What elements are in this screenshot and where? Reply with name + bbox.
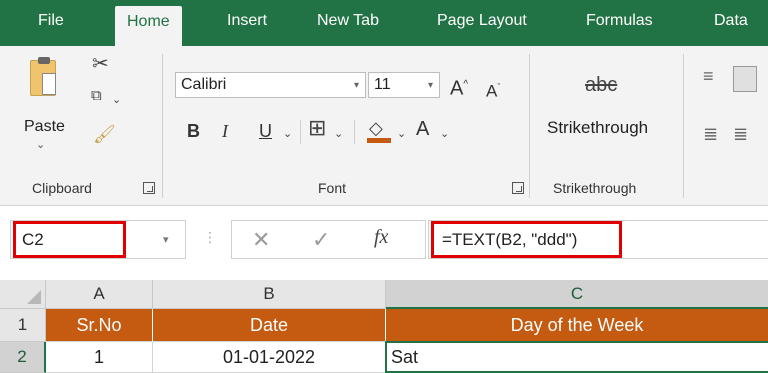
bold-button[interactable]: B xyxy=(187,120,200,142)
chevron-down-icon[interactable]: ⌄ xyxy=(334,126,343,142)
font-name-value: Calibri xyxy=(181,76,227,93)
cell-a1[interactable]: Sr.No xyxy=(46,309,153,342)
strikethrough-label: Strikethrough xyxy=(547,118,649,137)
formula-bar: C2 ▾ ⋮ ✕ ✓ fx =TEXT(B2, "ddd") xyxy=(0,207,768,272)
chevron-down-icon: ▾ xyxy=(353,80,359,91)
group-divider xyxy=(683,54,684,198)
chevron-down-icon[interactable]: ⌄ xyxy=(440,126,449,142)
chevron-down-icon[interactable]: ⌄ xyxy=(283,126,292,142)
select-all-button[interactable] xyxy=(0,280,46,309)
strikethrough-button[interactable]: abc Strikethrough xyxy=(541,68,673,148)
align-top-icon[interactable]: ≡ xyxy=(703,67,714,85)
chevron-down-icon: ⌄ xyxy=(36,139,46,151)
chevron-down-icon[interactable]: ▾ xyxy=(163,233,169,246)
column-header-a[interactable]: A xyxy=(46,280,153,309)
paste-label: Paste xyxy=(24,118,65,135)
align-center-icon[interactable]: ≣ xyxy=(733,125,748,143)
group-label-clipboard: Clipboard xyxy=(32,180,92,196)
shrink-font-button[interactable]: Aˇ xyxy=(486,76,500,103)
align-left-icon[interactable]: ≣ xyxy=(703,125,718,143)
font-color-icon: A xyxy=(416,118,430,140)
group-label-strikethrough: Strikethrough xyxy=(553,180,637,196)
tab-page-layout[interactable]: Page Layout xyxy=(437,0,527,46)
cancel-icon[interactable]: ✕ xyxy=(252,227,270,253)
group-label-font: Font xyxy=(318,180,347,196)
group-divider xyxy=(162,54,163,198)
align-middle-icon[interactable] xyxy=(733,66,757,92)
cell-c1[interactable]: Day of the Week xyxy=(386,309,768,342)
tab-home[interactable]: Home xyxy=(115,6,182,46)
toolbar-divider xyxy=(354,120,355,144)
clipboard-launcher-icon[interactable] xyxy=(143,182,155,194)
formula-input[interactable]: =TEXT(B2, "ddd") xyxy=(431,221,622,258)
cell-b2[interactable]: 01-01-2022 xyxy=(153,342,386,373)
italic-button[interactable]: I xyxy=(222,120,228,142)
row-header-2[interactable]: 2 xyxy=(0,342,46,373)
column-header-c[interactable]: C xyxy=(386,280,768,309)
format-painter-icon[interactable]: 🖌 xyxy=(93,125,116,143)
ribbon: Paste ⌄ ✂ ⧉ ⌄ 🖌 Clipboard Calibri ▾ 11 ▾… xyxy=(0,46,768,206)
insert-function-icon[interactable]: fx xyxy=(374,226,388,249)
cell-b1[interactable]: Date xyxy=(153,309,386,342)
chevron-down-icon: ▾ xyxy=(427,80,433,91)
row-header-1[interactable]: 1 xyxy=(0,309,46,342)
underline-button[interactable]: U xyxy=(259,120,272,142)
fill-color-swatch xyxy=(367,138,391,143)
shrink-font-icon: A xyxy=(486,81,498,101)
grow-font-button[interactable]: A^ xyxy=(450,74,468,100)
copy-icon[interactable]: ⧉ xyxy=(91,88,102,104)
chevron-down-icon[interactable]: ⌄ xyxy=(397,126,406,142)
group-divider xyxy=(529,54,530,198)
borders-icon[interactable]: ⊞ xyxy=(308,117,326,139)
column-header-b[interactable]: B xyxy=(153,280,386,309)
fill-bucket-icon: ◇ xyxy=(369,118,383,138)
paste-button[interactable]: Paste ⌄ xyxy=(18,52,68,152)
paste-icon xyxy=(30,57,56,96)
spreadsheet-grid: A B C 1 2 Sr.No Date Day of the Week 1 0… xyxy=(0,280,768,373)
tab-data[interactable]: Data xyxy=(714,0,748,46)
toolbar-divider xyxy=(300,120,301,144)
chevron-down-icon[interactable]: ⌄ xyxy=(112,92,121,108)
fill-color-button[interactable]: ◇ xyxy=(367,118,393,146)
grow-font-icon: A xyxy=(450,77,464,100)
cell-a2[interactable]: 1 xyxy=(46,342,153,373)
font-launcher-icon[interactable] xyxy=(512,182,524,194)
tab-file[interactable]: File xyxy=(38,0,64,46)
name-box[interactable]: C2 xyxy=(13,221,126,258)
cut-icon[interactable]: ✂ xyxy=(92,54,109,74)
font-size-select[interactable]: 11 ▾ xyxy=(368,72,440,98)
font-name-select[interactable]: Calibri ▾ xyxy=(175,72,366,98)
ribbon-tab-bar: File Home Insert New Tab Page Layout For… xyxy=(0,0,768,46)
enter-check-icon[interactable]: ✓ xyxy=(312,227,330,253)
tab-new-tab[interactable]: New Tab xyxy=(317,0,379,46)
tab-formulas[interactable]: Formulas xyxy=(586,0,653,46)
tab-insert[interactable]: Insert xyxy=(227,0,267,46)
font-color-button[interactable]: A xyxy=(412,118,438,146)
drag-handle-icon[interactable]: ⋮ xyxy=(203,229,217,246)
font-size-value: 11 xyxy=(374,76,391,93)
cell-c2[interactable]: Sat xyxy=(385,341,768,373)
strikethrough-icon: abc xyxy=(585,74,618,96)
